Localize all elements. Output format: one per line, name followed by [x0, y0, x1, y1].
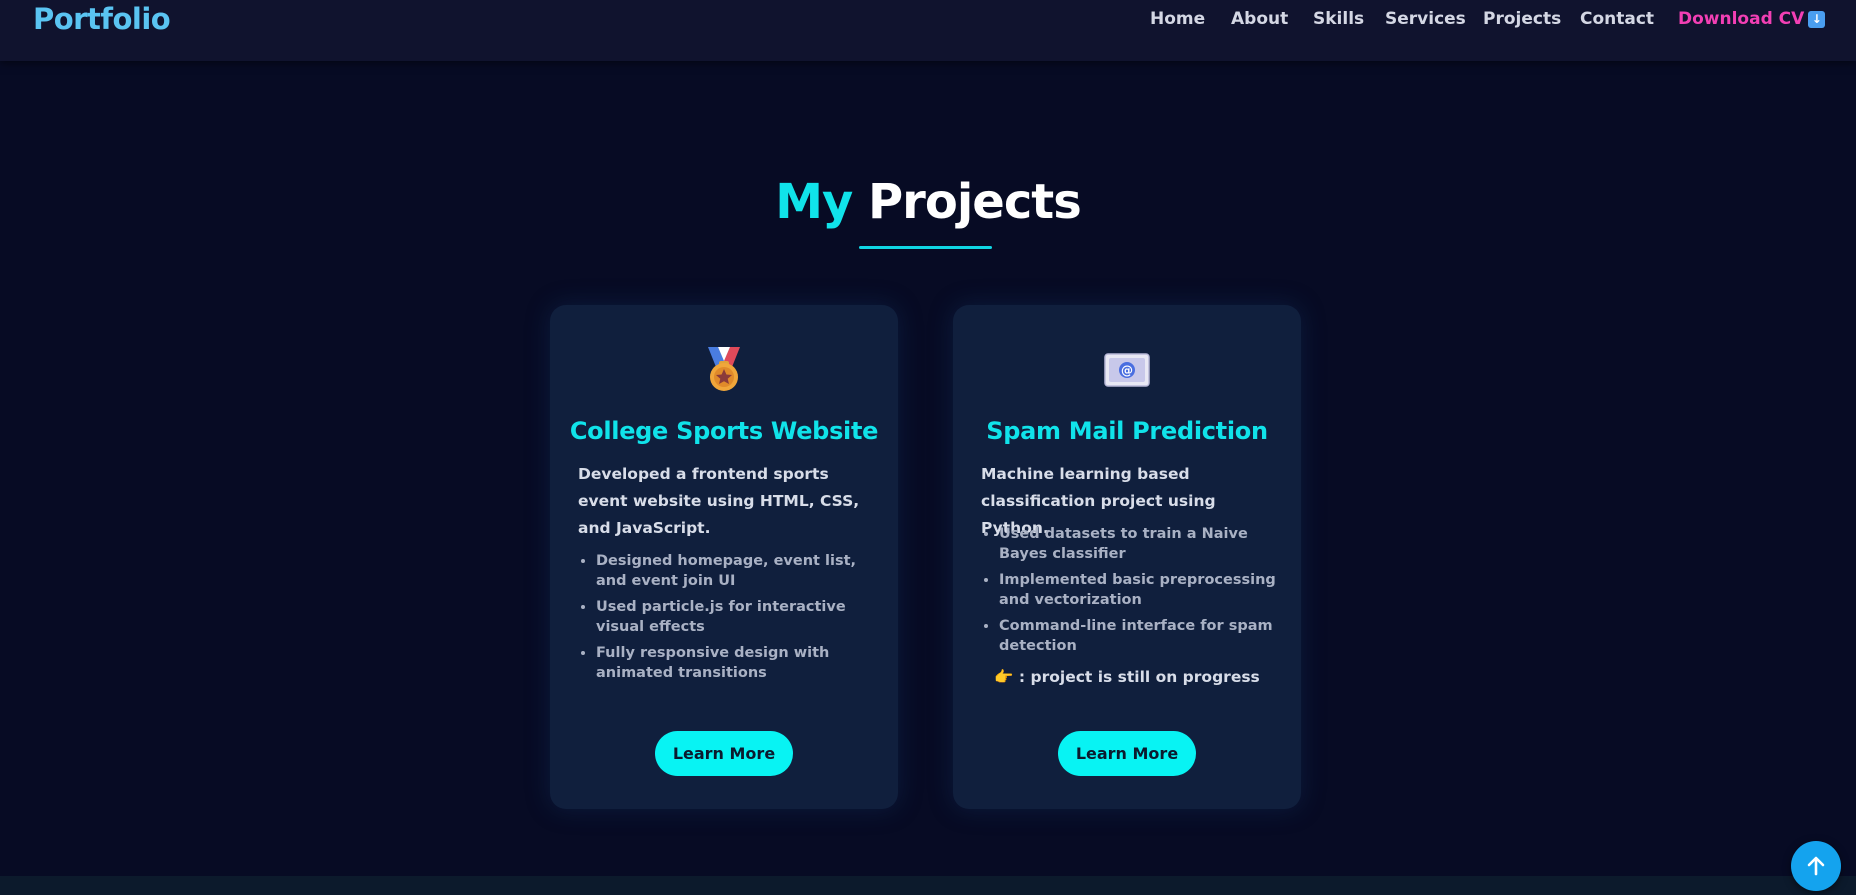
footer-strip: [0, 876, 1856, 895]
list-item: Used datasets to train a Naive Bayes cla…: [999, 524, 1287, 564]
nav-link-projects[interactable]: Projects: [1483, 9, 1561, 29]
medal-icon: [550, 347, 898, 393]
nav-link-skills[interactable]: Skills: [1313, 9, 1364, 29]
svg-text:@: @: [1121, 364, 1133, 378]
progress-note: 👉 : project is still on progress: [994, 668, 1260, 686]
project-card-college-sports: College Sports Website Developed a front…: [550, 305, 898, 809]
navbar: Portfolio Home About Skills Services Pro…: [0, 0, 1856, 61]
down-arrow-icon: ↓: [1808, 11, 1826, 28]
arrow-up-icon: [1807, 856, 1825, 876]
card-title: Spam Mail Prediction: [986, 417, 1268, 445]
download-cv-label: Download CV: [1678, 9, 1805, 29]
list-item: Implemented basic preprocessing and vect…: [999, 570, 1287, 610]
nav-link-contact[interactable]: Contact: [1580, 9, 1654, 29]
list-item: Designed homepage, event list, and event…: [596, 551, 884, 591]
card-feature-list: Used datasets to train a Naive Bayes cla…: [999, 524, 1287, 662]
section-title-rest: Projects: [867, 174, 1082, 230]
download-cv-link[interactable]: Download CV ↓: [1678, 9, 1826, 29]
title-underline: [859, 246, 992, 249]
list-item: Used particle.js for interactive visual …: [596, 597, 884, 637]
email-icon: @: [953, 347, 1301, 393]
section-title: My Projects: [0, 174, 1856, 230]
project-card-spam-mail: @ Spam Mail Prediction Machine learning …: [953, 305, 1301, 809]
scroll-to-top-button[interactable]: [1791, 841, 1841, 891]
section-title-highlight: My: [775, 174, 853, 230]
nav-links: Home About Skills Services Projects Cont…: [0, 9, 1856, 33]
list-item: Command-line interface for spam detectio…: [999, 616, 1287, 656]
card-feature-list: Designed homepage, event list, and event…: [596, 551, 884, 689]
card-title: College Sports Website: [569, 417, 879, 445]
nav-link-about[interactable]: About: [1231, 9, 1288, 29]
learn-more-button[interactable]: Learn More: [1058, 731, 1196, 776]
list-item: Fully responsive design with animated tr…: [596, 643, 884, 683]
nav-link-home[interactable]: Home: [1150, 9, 1205, 29]
nav-link-services[interactable]: Services: [1385, 9, 1466, 29]
learn-more-button[interactable]: Learn More: [655, 731, 793, 776]
card-description: Developed a frontend sports event websit…: [578, 465, 860, 537]
